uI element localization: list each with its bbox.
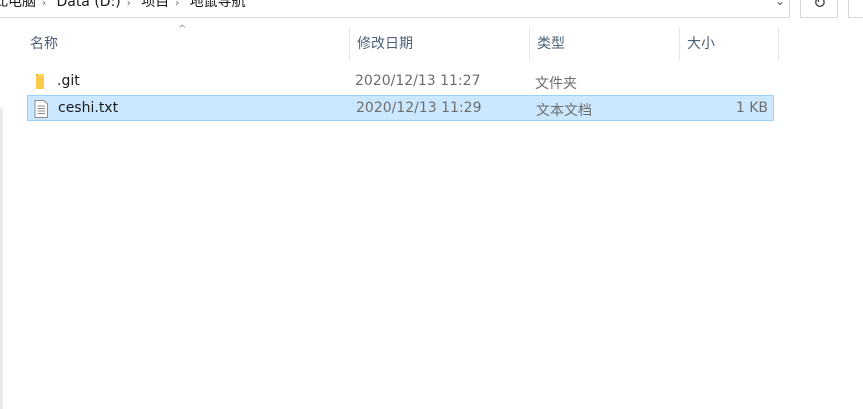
file-type: 文本文档: [536, 103, 592, 119]
file-modified-date: 2020/12/13 11:27: [355, 73, 481, 89]
breadcrumb: 此电脑 › Data (D:) › 项目 › 地鼠导航: [0, 0, 252, 11]
column-header-type[interactable]: 类型: [529, 28, 679, 60]
file-name: .git: [57, 73, 80, 89]
chevron-right-icon: ›: [175, 0, 180, 9]
navigation-pane-edge: [0, 108, 3, 409]
column-header-size[interactable]: 大小: [679, 28, 779, 60]
file-type: 文件夹: [535, 76, 577, 92]
text-file-icon: [33, 100, 49, 118]
address-bar[interactable]: 此电脑 › Data (D:) › 项目 › 地鼠导航 ⌄: [0, 0, 790, 18]
refresh-button[interactable]: ↻: [800, 0, 838, 18]
breadcrumb-item-projects[interactable]: 项目: [141, 0, 169, 10]
refresh-icon: ↻: [813, 0, 827, 12]
column-header-date[interactable]: 修改日期: [349, 28, 529, 60]
folder-icon: [32, 73, 48, 91]
file-row-selected[interactable]: ceshi.txt 2020/12/13 11:29 文本文档 1 KB: [27, 95, 774, 121]
chevron-right-icon: ›: [42, 0, 46, 9]
column-header-row: ^ 名称 修改日期 类型 大小: [0, 25, 863, 60]
chevron-right-icon: ›: [126, 0, 131, 9]
column-header-name[interactable]: 名称: [22, 28, 349, 60]
file-row[interactable]: .git 2020/12/13 11:27 文件夹: [27, 69, 774, 95]
file-modified-date: 2020/12/13 11:29: [356, 100, 482, 116]
search-input[interactable]: [848, 0, 863, 18]
address-history-dropdown-icon[interactable]: ⌄: [775, 0, 785, 8]
file-name: ceshi.txt: [58, 100, 119, 116]
file-size: 1 KB: [735, 100, 768, 116]
breadcrumb-item-drive[interactable]: Data (D:): [56, 0, 120, 10]
breadcrumb-item-folder[interactable]: 地鼠导航: [190, 0, 246, 10]
breadcrumb-item-this-pc[interactable]: 此电脑: [0, 0, 36, 10]
column-divider[interactable]: [778, 28, 779, 60]
